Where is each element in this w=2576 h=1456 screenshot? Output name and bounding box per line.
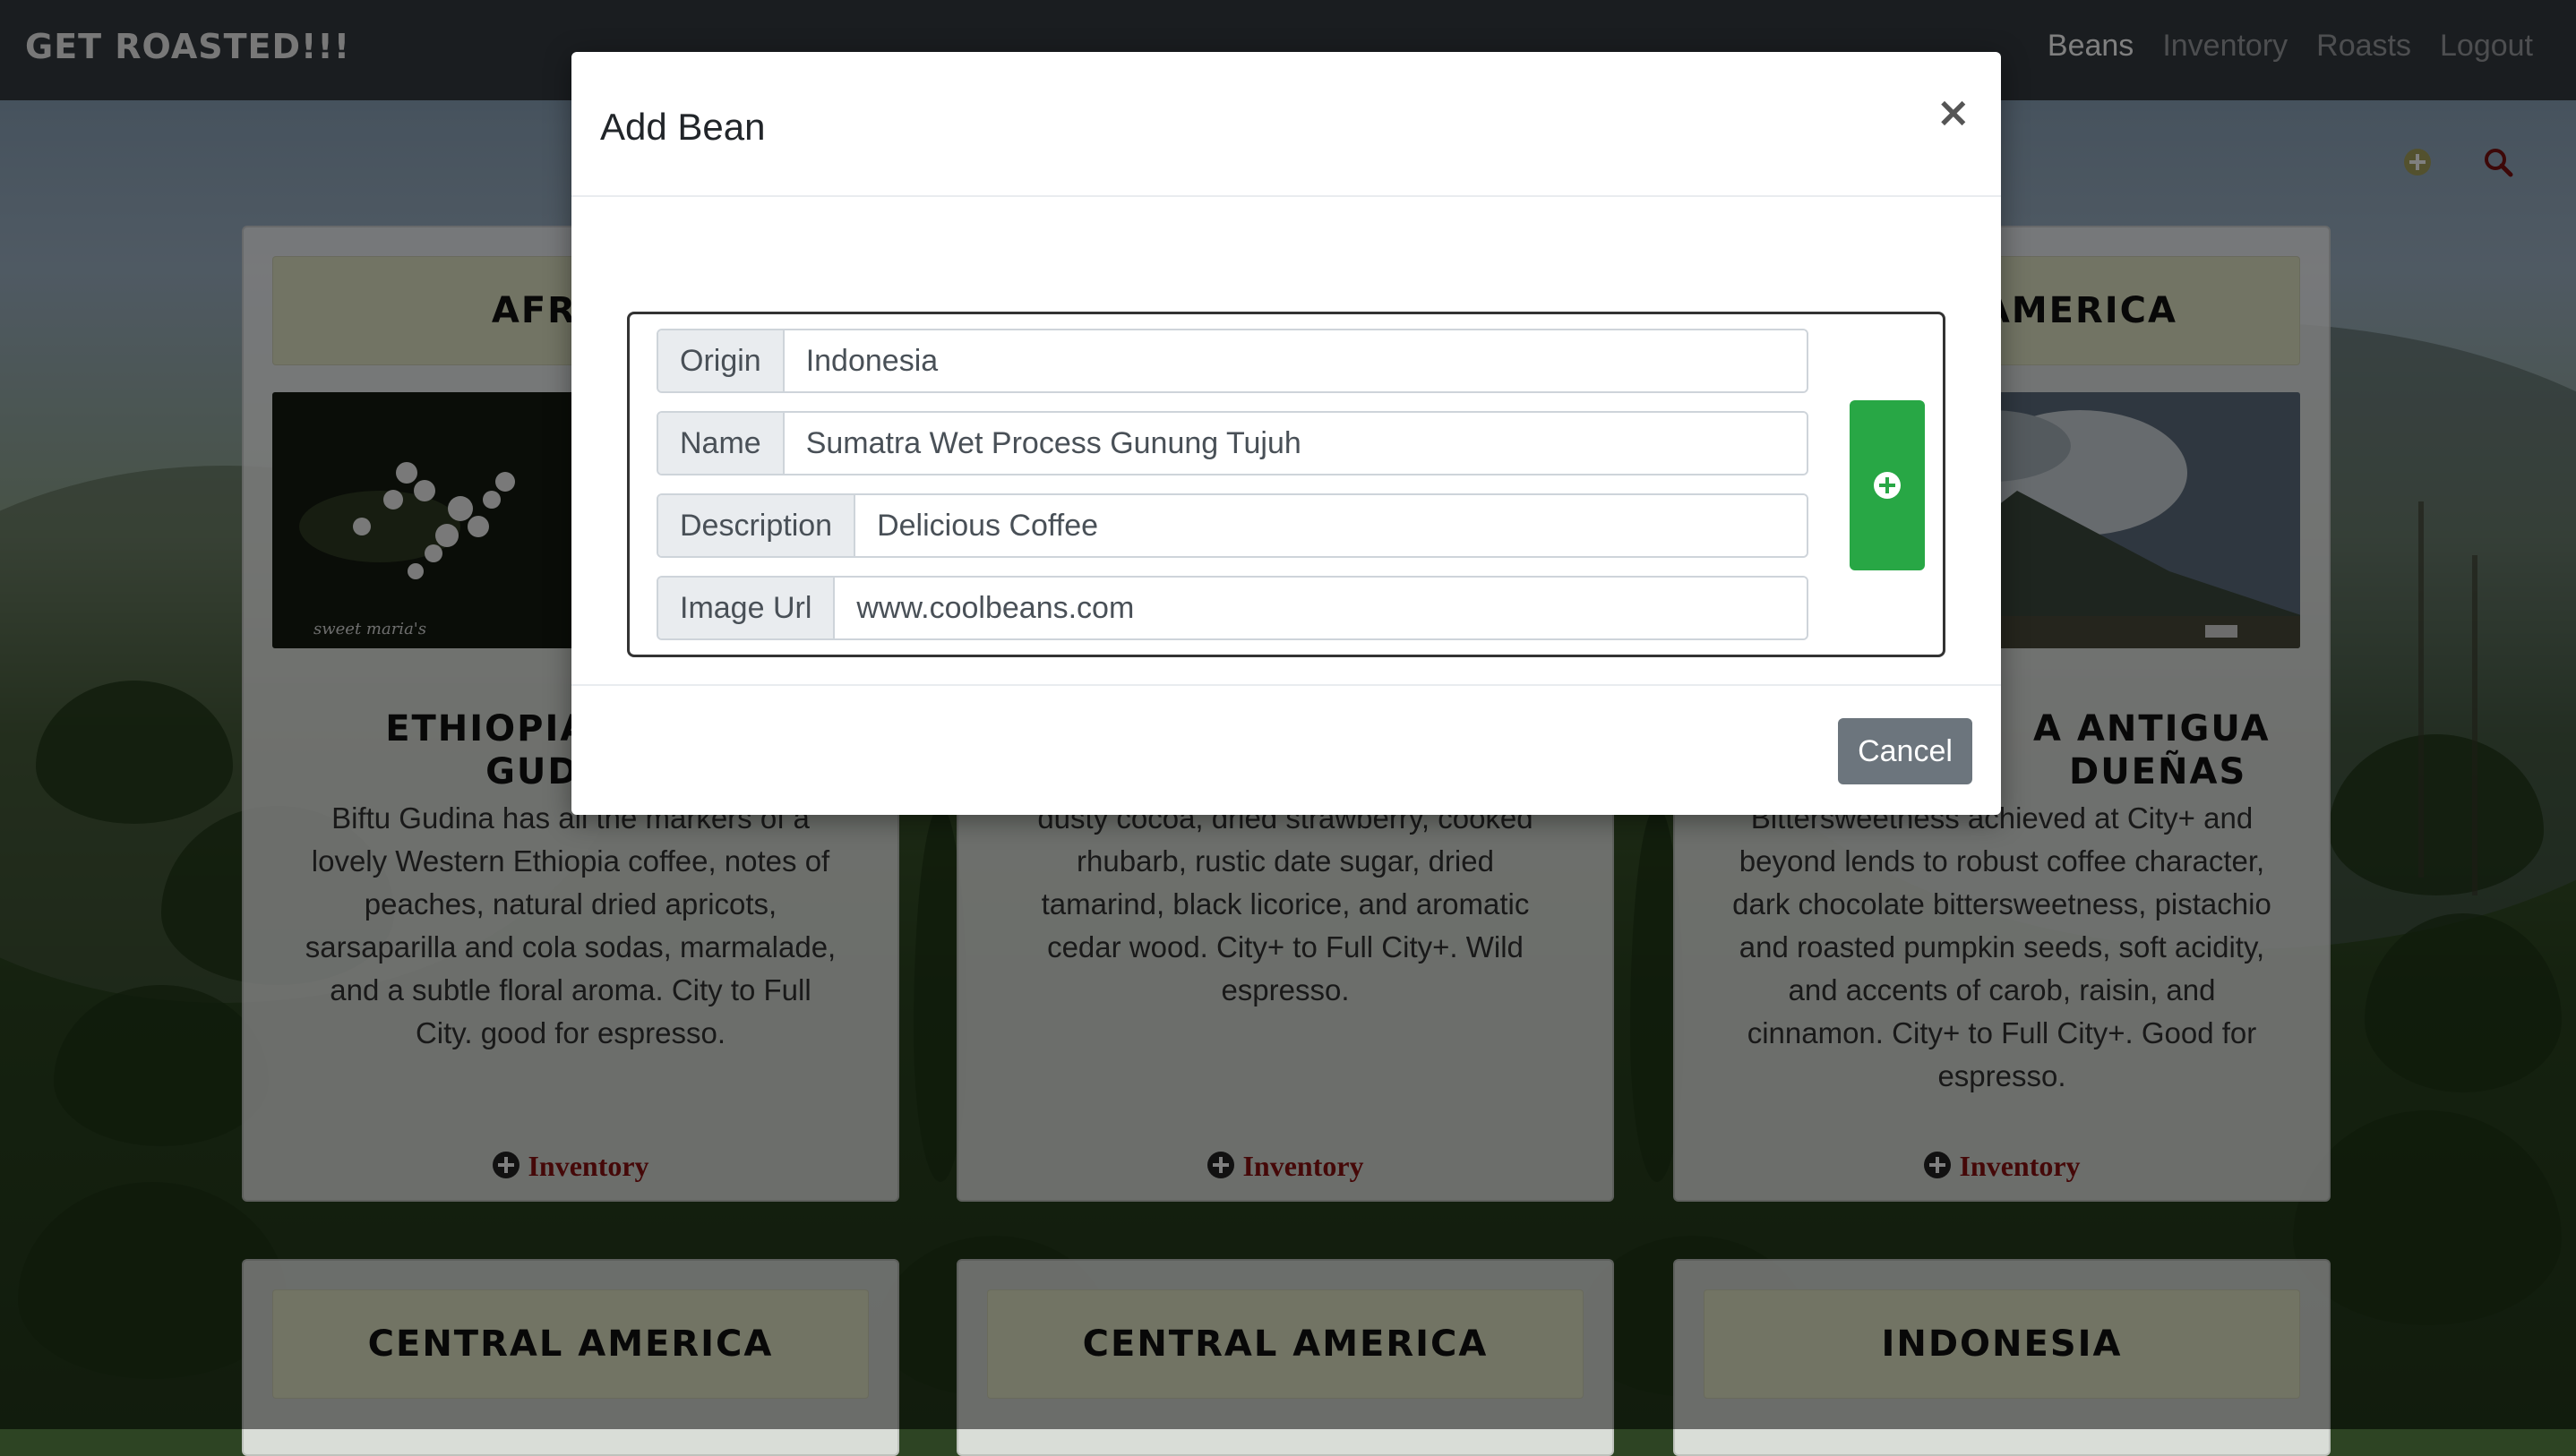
- description-input[interactable]: [855, 495, 1807, 556]
- plus-circle-icon: [1874, 472, 1901, 499]
- add-bean-modal: Add Bean × Origin Name Description Image…: [571, 52, 2001, 815]
- image-url-input[interactable]: [835, 578, 1807, 638]
- name-input[interactable]: [784, 413, 1807, 474]
- add-bean-button[interactable]: [1850, 400, 1925, 570]
- cancel-button[interactable]: Cancel: [1838, 718, 1972, 784]
- origin-input[interactable]: [784, 330, 1807, 391]
- name-field-group: Name: [657, 411, 1808, 475]
- origin-field-group: Origin: [657, 329, 1808, 393]
- description-label: Description: [658, 495, 856, 556]
- origin-label: Origin: [658, 330, 785, 391]
- description-field-group: Description: [657, 493, 1808, 558]
- add-bean-form: Origin Name Description Image Url: [627, 312, 1945, 657]
- modal-footer: Cancel: [571, 684, 2001, 815]
- image-url-label: Image Url: [658, 578, 836, 638]
- close-icon[interactable]: ×: [1936, 88, 1971, 136]
- modal-title: Add Bean: [600, 106, 766, 148]
- name-label: Name: [658, 413, 785, 474]
- image-url-field-group: Image Url: [657, 576, 1808, 640]
- modal-header: Add Bean ×: [571, 52, 2001, 197]
